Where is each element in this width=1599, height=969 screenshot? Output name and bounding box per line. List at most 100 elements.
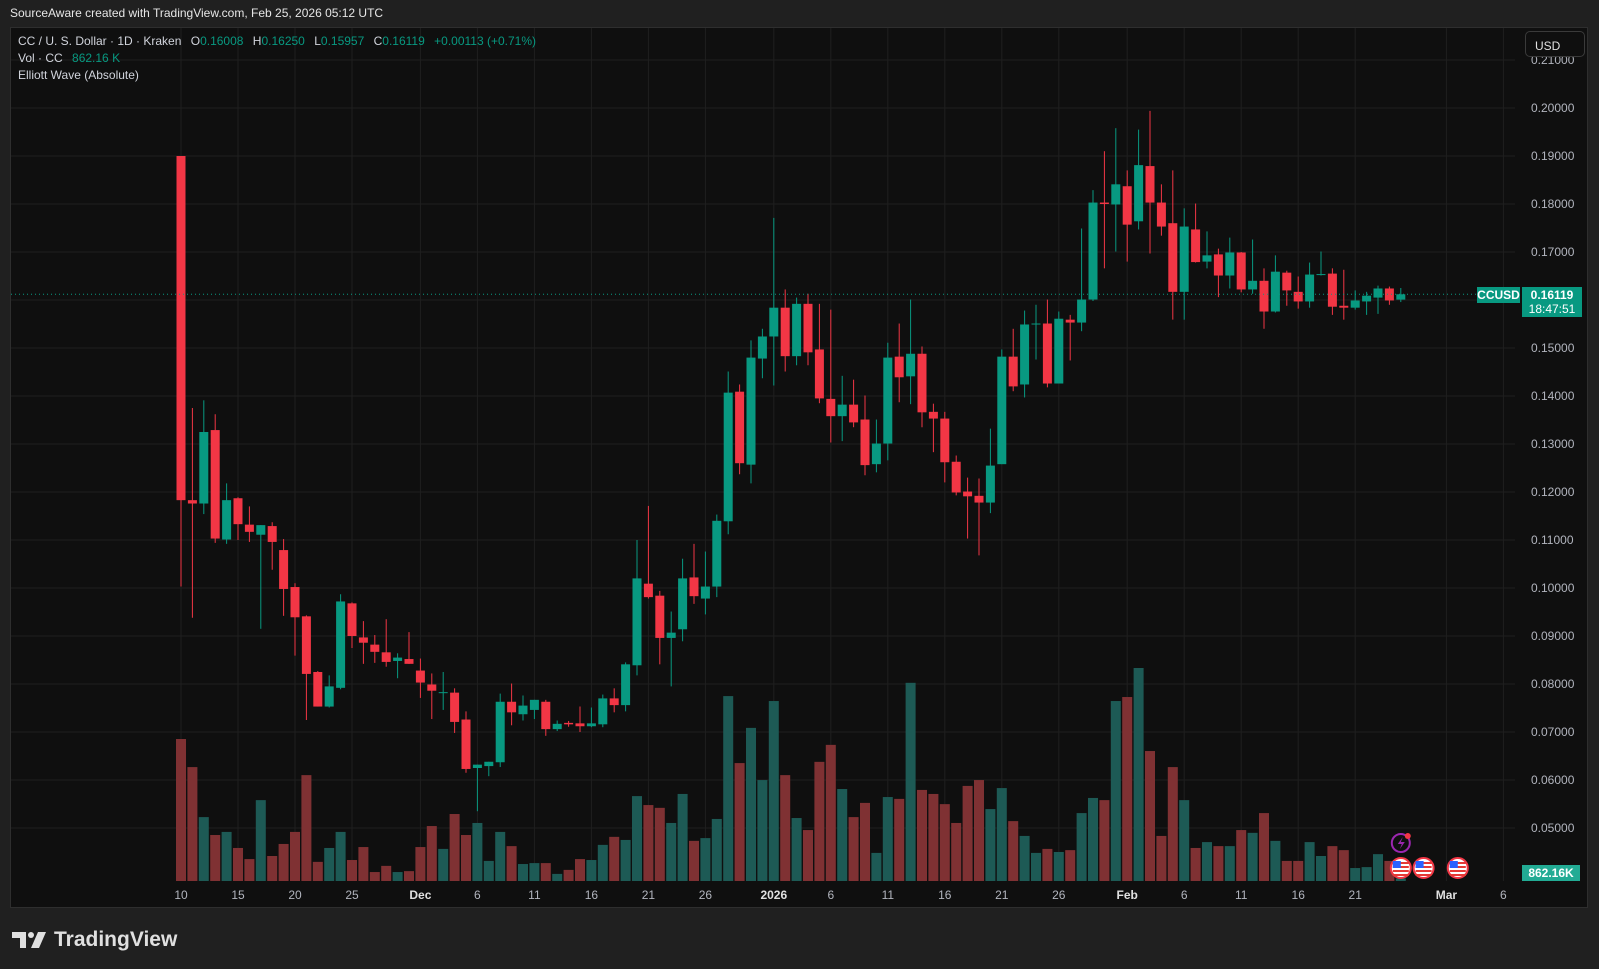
candle-body[interactable] <box>381 652 391 662</box>
candle-body[interactable] <box>290 587 300 618</box>
candle-body[interactable] <box>267 526 277 542</box>
candle-body[interactable] <box>347 603 357 636</box>
candle-body[interactable] <box>621 664 631 706</box>
candle-body[interactable] <box>849 404 859 423</box>
candle-body[interactable] <box>1031 323 1041 325</box>
candle-body[interactable] <box>906 353 916 377</box>
candle-body[interactable] <box>256 525 266 535</box>
legend-volume[interactable]: Vol · CC 862.16 K <box>18 51 122 65</box>
candle-body[interactable] <box>427 684 437 691</box>
candle-body[interactable] <box>1362 295 1372 302</box>
candle-body[interactable] <box>1259 280 1269 312</box>
candle-body[interactable] <box>1293 291 1303 302</box>
candle-body[interactable] <box>1236 252 1246 290</box>
candle-body[interactable] <box>336 601 346 688</box>
candle-body[interactable] <box>244 524 254 532</box>
us-flag-event-icon[interactable] <box>1389 857 1412 879</box>
candle-body[interactable] <box>438 692 448 694</box>
candle-body[interactable] <box>1350 300 1360 308</box>
candle-body[interactable] <box>837 404 847 417</box>
candle-body[interactable] <box>1248 280 1258 290</box>
candle-body[interactable] <box>461 719 471 769</box>
candle-body[interactable] <box>826 398 836 417</box>
candle-body[interactable] <box>1270 271 1280 312</box>
candle-body[interactable] <box>632 578 642 666</box>
candle-body[interactable] <box>666 632 676 638</box>
us-flag-event-icon[interactable] <box>1446 857 1469 879</box>
candle-body[interactable] <box>1020 324 1030 385</box>
candle-body[interactable] <box>1191 229 1201 263</box>
candle-body[interactable] <box>1042 323 1052 384</box>
candle-body[interactable] <box>678 578 688 630</box>
candle-body[interactable] <box>1384 288 1394 301</box>
candle-body[interactable] <box>222 500 232 540</box>
candle-body[interactable] <box>860 419 870 466</box>
tradingview-logo[interactable]: TradingView <box>12 928 177 952</box>
candlestick-chart[interactable]: 0.05000 0.06000 0.07000 0.08000 0.09000 0.100… <box>0 0 1599 969</box>
candle-body[interactable] <box>609 698 619 706</box>
candle-body[interactable] <box>279 550 289 589</box>
candle-body[interactable] <box>1077 299 1087 323</box>
candle-body[interactable] <box>1396 294 1406 300</box>
candle-body[interactable] <box>1316 274 1326 276</box>
candle-body[interactable] <box>324 686 334 707</box>
candle-body[interactable] <box>575 723 585 727</box>
candle-body[interactable] <box>997 356 1007 465</box>
candle-body[interactable] <box>1111 184 1121 205</box>
candle-body[interactable] <box>564 722 574 725</box>
candle-body[interactable] <box>985 465 995 503</box>
candle-body[interactable] <box>541 701 551 730</box>
legend-indicator[interactable]: Elliott Wave (Absolute) <box>18 68 139 82</box>
candle-body[interactable] <box>1122 186 1132 225</box>
candle-body[interactable] <box>700 586 710 599</box>
candle-body[interactable] <box>176 156 186 501</box>
candle-body[interactable] <box>917 353 927 413</box>
candle-body[interactable] <box>518 705 528 715</box>
candle-body[interactable] <box>1305 274 1315 302</box>
candle-body[interactable] <box>552 723 562 730</box>
candle-body[interactable] <box>1213 254 1223 276</box>
candle-body[interactable] <box>1156 202 1166 227</box>
candle-body[interactable] <box>1339 305 1349 308</box>
candle-body[interactable] <box>199 432 209 504</box>
candle-body[interactable] <box>792 303 802 357</box>
candle-body[interactable] <box>1054 318 1064 384</box>
candle-body[interactable] <box>928 411 938 419</box>
candle-body[interactable] <box>712 520 722 587</box>
candle-body[interactable] <box>803 303 813 353</box>
candle-body[interactable] <box>210 430 220 539</box>
candle-body[interactable] <box>689 577 699 597</box>
candle-body[interactable] <box>735 391 745 464</box>
candle-body[interactable] <box>393 657 403 661</box>
candle-body[interactable] <box>746 357 756 465</box>
candle-body[interactable] <box>871 443 881 465</box>
candle-body[interactable] <box>358 637 368 643</box>
candle-body[interactable] <box>313 672 323 707</box>
candle-body[interactable] <box>1179 226 1189 292</box>
candle-body[interactable] <box>940 418 950 463</box>
candle-body[interactable] <box>598 698 608 725</box>
candle-body[interactable] <box>472 764 482 768</box>
candle-body[interactable] <box>643 583 653 598</box>
candle-body[interactable] <box>484 761 494 767</box>
candle-body[interactable] <box>883 357 893 444</box>
candle-body[interactable] <box>1088 202 1098 300</box>
candle-body[interactable] <box>894 356 904 378</box>
candle-body[interactable] <box>404 659 414 664</box>
candle-body[interactable] <box>507 701 517 713</box>
candle-body[interactable] <box>1065 319 1075 323</box>
candle-body[interactable] <box>814 349 824 399</box>
candle-body[interactable] <box>723 392 733 522</box>
candle-body[interactable] <box>757 336 767 359</box>
candle-body[interactable] <box>1282 272 1292 291</box>
candle-body[interactable] <box>370 644 380 652</box>
candle-body[interactable] <box>301 616 311 674</box>
candle-body[interactable] <box>1327 273 1337 307</box>
candle-body[interactable] <box>963 491 973 497</box>
candle-body[interactable] <box>233 498 243 525</box>
candle-body[interactable] <box>450 692 460 722</box>
candle-body[interactable] <box>1225 252 1235 276</box>
lightning-event-icon[interactable] <box>1390 833 1411 853</box>
currency-button[interactable]: USD <box>1525 31 1585 57</box>
candle-body[interactable] <box>655 595 665 638</box>
